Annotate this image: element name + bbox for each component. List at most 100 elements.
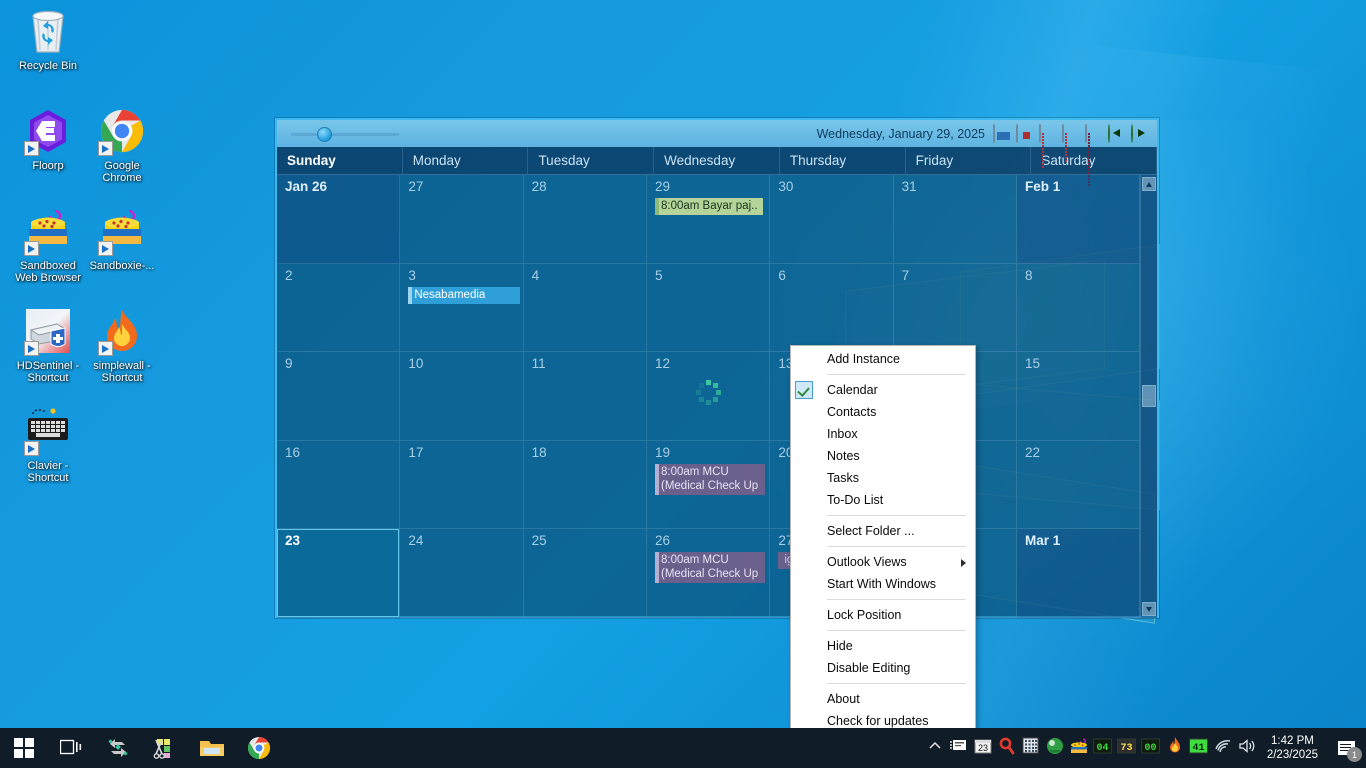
action-center-button[interactable]: 1 <box>1328 728 1364 768</box>
calendar-cell[interactable]: Feb 1 <box>1017 175 1141 264</box>
taskbar-clock[interactable]: 1:42 PM 2/23/2025 <box>1259 734 1328 762</box>
menu-item-contacts[interactable]: Contacts <box>791 401 975 423</box>
calendar-cell[interactable]: Jan 26 <box>277 175 401 264</box>
calendar-cell[interactable]: 30 <box>770 175 894 264</box>
previous-arrow-icon[interactable] <box>1108 123 1128 143</box>
calendar-cell[interactable]: 10 <box>400 352 524 441</box>
calendar-body[interactable]: Jan 26 27 28 29 8:00am Bayar paj.. 30 31 Feb 12… <box>277 175 1157 618</box>
menu-item-select-folder[interactable]: Select Folder ... <box>791 520 975 542</box>
scroll-thumb[interactable] <box>1142 385 1157 407</box>
menu-item-label: Start With Windows <box>827 577 937 591</box>
calendar-cell[interactable]: 5 <box>647 263 771 353</box>
calendar-cell[interactable]: 15 <box>1017 352 1141 441</box>
calendar-cell[interactable]: 8 <box>1017 263 1141 353</box>
desktop-icon-floorp[interactable]: Floorp <box>10 108 86 172</box>
calendar-cell[interactable]: 18 <box>523 440 647 530</box>
system-tray[interactable]: 23 04 73 00 41 1:42 PM 2/23/2025 1 <box>923 728 1366 768</box>
snip-app-button[interactable] <box>141 728 188 768</box>
desktop-icon-simplewall-shortcut[interactable]: simplewall - Shortcut <box>84 308 160 384</box>
start-button[interactable] <box>0 728 47 768</box>
menu-item-disable-editing[interactable]: Disable Editing <box>791 657 975 679</box>
cpu-meter-tray[interactable]: 04 <box>1091 728 1115 768</box>
calendar-tray-icon[interactable]: 23 <box>971 728 995 768</box>
work-week-view-icon[interactable] <box>1062 123 1082 162</box>
calendar-grid[interactable]: Jan 26 27 28 29 8:00am Bayar paj.. 30 31 Feb 12… <box>277 175 1141 618</box>
calendar-cell[interactable]: 3 Nesabamedia <box>400 263 524 353</box>
menu-item-calendar[interactable]: Calendar <box>791 379 975 401</box>
calendar-context-menu[interactable]: Add Instance Calendar Contacts Inbox Notes Ta… <box>790 345 976 767</box>
calendar-day-number: 3 <box>408 267 416 283</box>
calendar-cell[interactable]: 27 <box>400 175 524 264</box>
sync-app-button[interactable] <box>94 728 141 768</box>
taskbar[interactable]: 23 04 73 00 41 1:42 PM 2/23/2025 1 <box>0 728 1366 768</box>
calendar-cell[interactable]: 12 <box>647 352 771 441</box>
desktop-calendar-widget[interactable]: Wednesday, January 29, 2025 Sunday Monda… <box>275 118 1159 618</box>
calendar-cell[interactable]: 26 8:00am MCU (Medical Check Up <box>647 529 771 618</box>
ram-meter-tray[interactable]: 73 <box>1115 728 1139 768</box>
calendar-event[interactable]: 8:00am MCU (Medical Check Up <box>655 463 765 495</box>
desktop-icon-sandboxie-plus[interactable]: Sandboxie-... <box>84 208 160 272</box>
temp-meter-tray[interactable]: 41 <box>1187 728 1211 768</box>
network-monitor-tray[interactable] <box>947 728 971 768</box>
volume-tray[interactable] <box>1235 728 1259 768</box>
calendar-cell[interactable]: 19 8:00am MCU (Medical Check Up <box>647 440 771 530</box>
menu-item-to-do-list[interactable]: To-Do List <box>791 489 975 511</box>
calendar-scrollbar[interactable] <box>1140 175 1157 618</box>
desktop-icon-clavier-shortcut[interactable]: Clavier - Shortcut <box>10 408 86 484</box>
calendar-event[interactable]: 8:00am Bayar paj.. <box>655 198 763 215</box>
menu-item-notes[interactable]: Notes <box>791 445 975 467</box>
everything-search-tray[interactable] <box>995 728 1019 768</box>
slider-thumb[interactable] <box>317 126 332 142</box>
desktop-icon-recycle-bin[interactable]: Recycle Bin <box>10 8 86 72</box>
go-to-today-icon[interactable] <box>993 123 1013 143</box>
calendar-cell[interactable]: 31 <box>893 175 1017 264</box>
calendar-cell[interactable]: Mar 1 <box>1017 529 1141 618</box>
scroll-up-icon[interactable] <box>1142 177 1157 191</box>
desktop-icon-hdsentinel-shortcut[interactable]: HDSentinel - Shortcut <box>10 308 86 384</box>
calendar-cell[interactable]: 28 <box>523 175 647 264</box>
calendar-cell[interactable]: 6 <box>770 263 894 353</box>
calendar-cell[interactable]: 2 <box>277 263 401 353</box>
calendar-titlebar[interactable]: Wednesday, January 29, 2025 <box>277 120 1157 186</box>
day-view-icon[interactable] <box>1016 123 1036 143</box>
calendar-cell[interactable]: 24 <box>400 529 524 618</box>
calendar-cell[interactable]: 17 <box>400 440 524 530</box>
calendar-cell[interactable]: 25 <box>523 529 647 618</box>
disk-meter-tray[interactable]: 00 <box>1139 728 1163 768</box>
calendar-cell[interactable]: 23 <box>277 529 401 618</box>
desktop-icon-sandboxed-web-browser[interactable]: Sandboxed Web Browser <box>10 208 86 284</box>
sandboxie-tray[interactable] <box>1067 728 1091 768</box>
task-view-button[interactable] <box>47 728 94 768</box>
menu-item-about[interactable]: About <box>791 688 975 710</box>
menu-item-outlook-views[interactable]: Outlook Views <box>791 551 975 573</box>
grid-app-tray[interactable] <box>1019 728 1043 768</box>
calendar-cell[interactable]: 22 <box>1017 440 1141 530</box>
week-view-icon[interactable] <box>1039 123 1059 168</box>
calendar-cell[interactable]: 11 <box>523 352 647 441</box>
calendar-event[interactable]: Nesabamedia <box>408 286 521 304</box>
opacity-slider[interactable] <box>291 126 399 142</box>
calendar-cell[interactable]: 9 <box>277 352 401 441</box>
calendar-event[interactable]: 8:00am MCU (Medical Check Up <box>655 552 765 584</box>
desktop[interactable]: Recycle Bin Floorp Google Chrome Sandbox… <box>0 0 1366 768</box>
file-explorer-button[interactable] <box>188 728 235 768</box>
calendar-cell[interactable]: 16 <box>277 440 401 530</box>
month-view-icon[interactable] <box>1085 123 1105 186</box>
show-hidden-icons[interactable] <box>923 728 947 768</box>
calendar-cell[interactable]: 29 8:00am Bayar paj.. <box>647 175 771 264</box>
menu-item-hide[interactable]: Hide <box>791 635 975 657</box>
idm-tray[interactable] <box>1043 728 1067 768</box>
menu-item-tasks[interactable]: Tasks <box>791 467 975 489</box>
menu-item-inbox[interactable]: Inbox <box>791 423 975 445</box>
calendar-cell[interactable]: 4 <box>523 263 647 353</box>
next-arrow-icon[interactable] <box>1131 123 1151 143</box>
scroll-down-icon[interactable] <box>1142 602 1157 616</box>
network-tray[interactable] <box>1211 728 1235 768</box>
menu-item-start-with-windows[interactable]: Start With Windows <box>791 573 975 595</box>
simplewall-tray[interactable] <box>1163 728 1187 768</box>
desktop-icon-google-chrome[interactable]: Google Chrome <box>84 108 160 184</box>
menu-item-lock-position[interactable]: Lock Position <box>791 604 975 626</box>
calendar-cell[interactable]: 7 <box>893 263 1017 353</box>
menu-item-add-instance[interactable]: Add Instance <box>791 348 975 370</box>
chrome-taskbar-button[interactable] <box>235 728 282 768</box>
